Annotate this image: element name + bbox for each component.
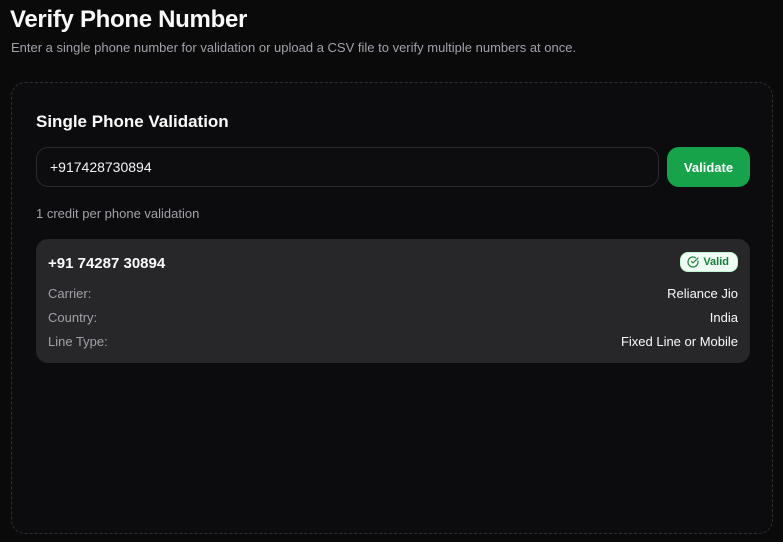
page-title: Verify Phone Number <box>10 6 248 33</box>
phone-input[interactable] <box>36 147 659 187</box>
detail-row-line-type: Line Type: Fixed Line or Mobile <box>48 332 738 350</box>
detail-label: Line Type: <box>48 333 108 349</box>
detail-label: Country: <box>48 309 98 325</box>
status-badge: Valid <box>680 252 738 272</box>
detail-label: Carrier: <box>48 285 92 301</box>
validate-button[interactable]: Validate <box>667 147 750 187</box>
page: Verify Phone Number Enter a single phone… <box>0 0 783 542</box>
validation-panel: Single Phone Validation Validate 1 credi… <box>11 82 773 534</box>
detail-value: Fixed Line or Mobile <box>620 333 738 349</box>
page-subtitle: Enter a single phone number for validati… <box>11 40 577 55</box>
check-circle-icon <box>687 256 699 268</box>
section-title: Single Phone Validation <box>36 112 229 131</box>
detail-row-country: Country: India <box>48 308 738 326</box>
detail-row-carrier: Carrier: Reliance Jio <box>48 284 738 302</box>
detail-value: Reliance Jio <box>667 285 738 301</box>
result-card: +91 74287 30894 Valid Carrier: Reliance … <box>36 239 750 363</box>
detail-value: India <box>709 309 738 325</box>
status-label: Valid <box>703 256 729 268</box>
credit-note: 1 credit per phone validation <box>36 206 200 221</box>
result-phone-number: +91 74287 30894 <box>48 255 166 272</box>
